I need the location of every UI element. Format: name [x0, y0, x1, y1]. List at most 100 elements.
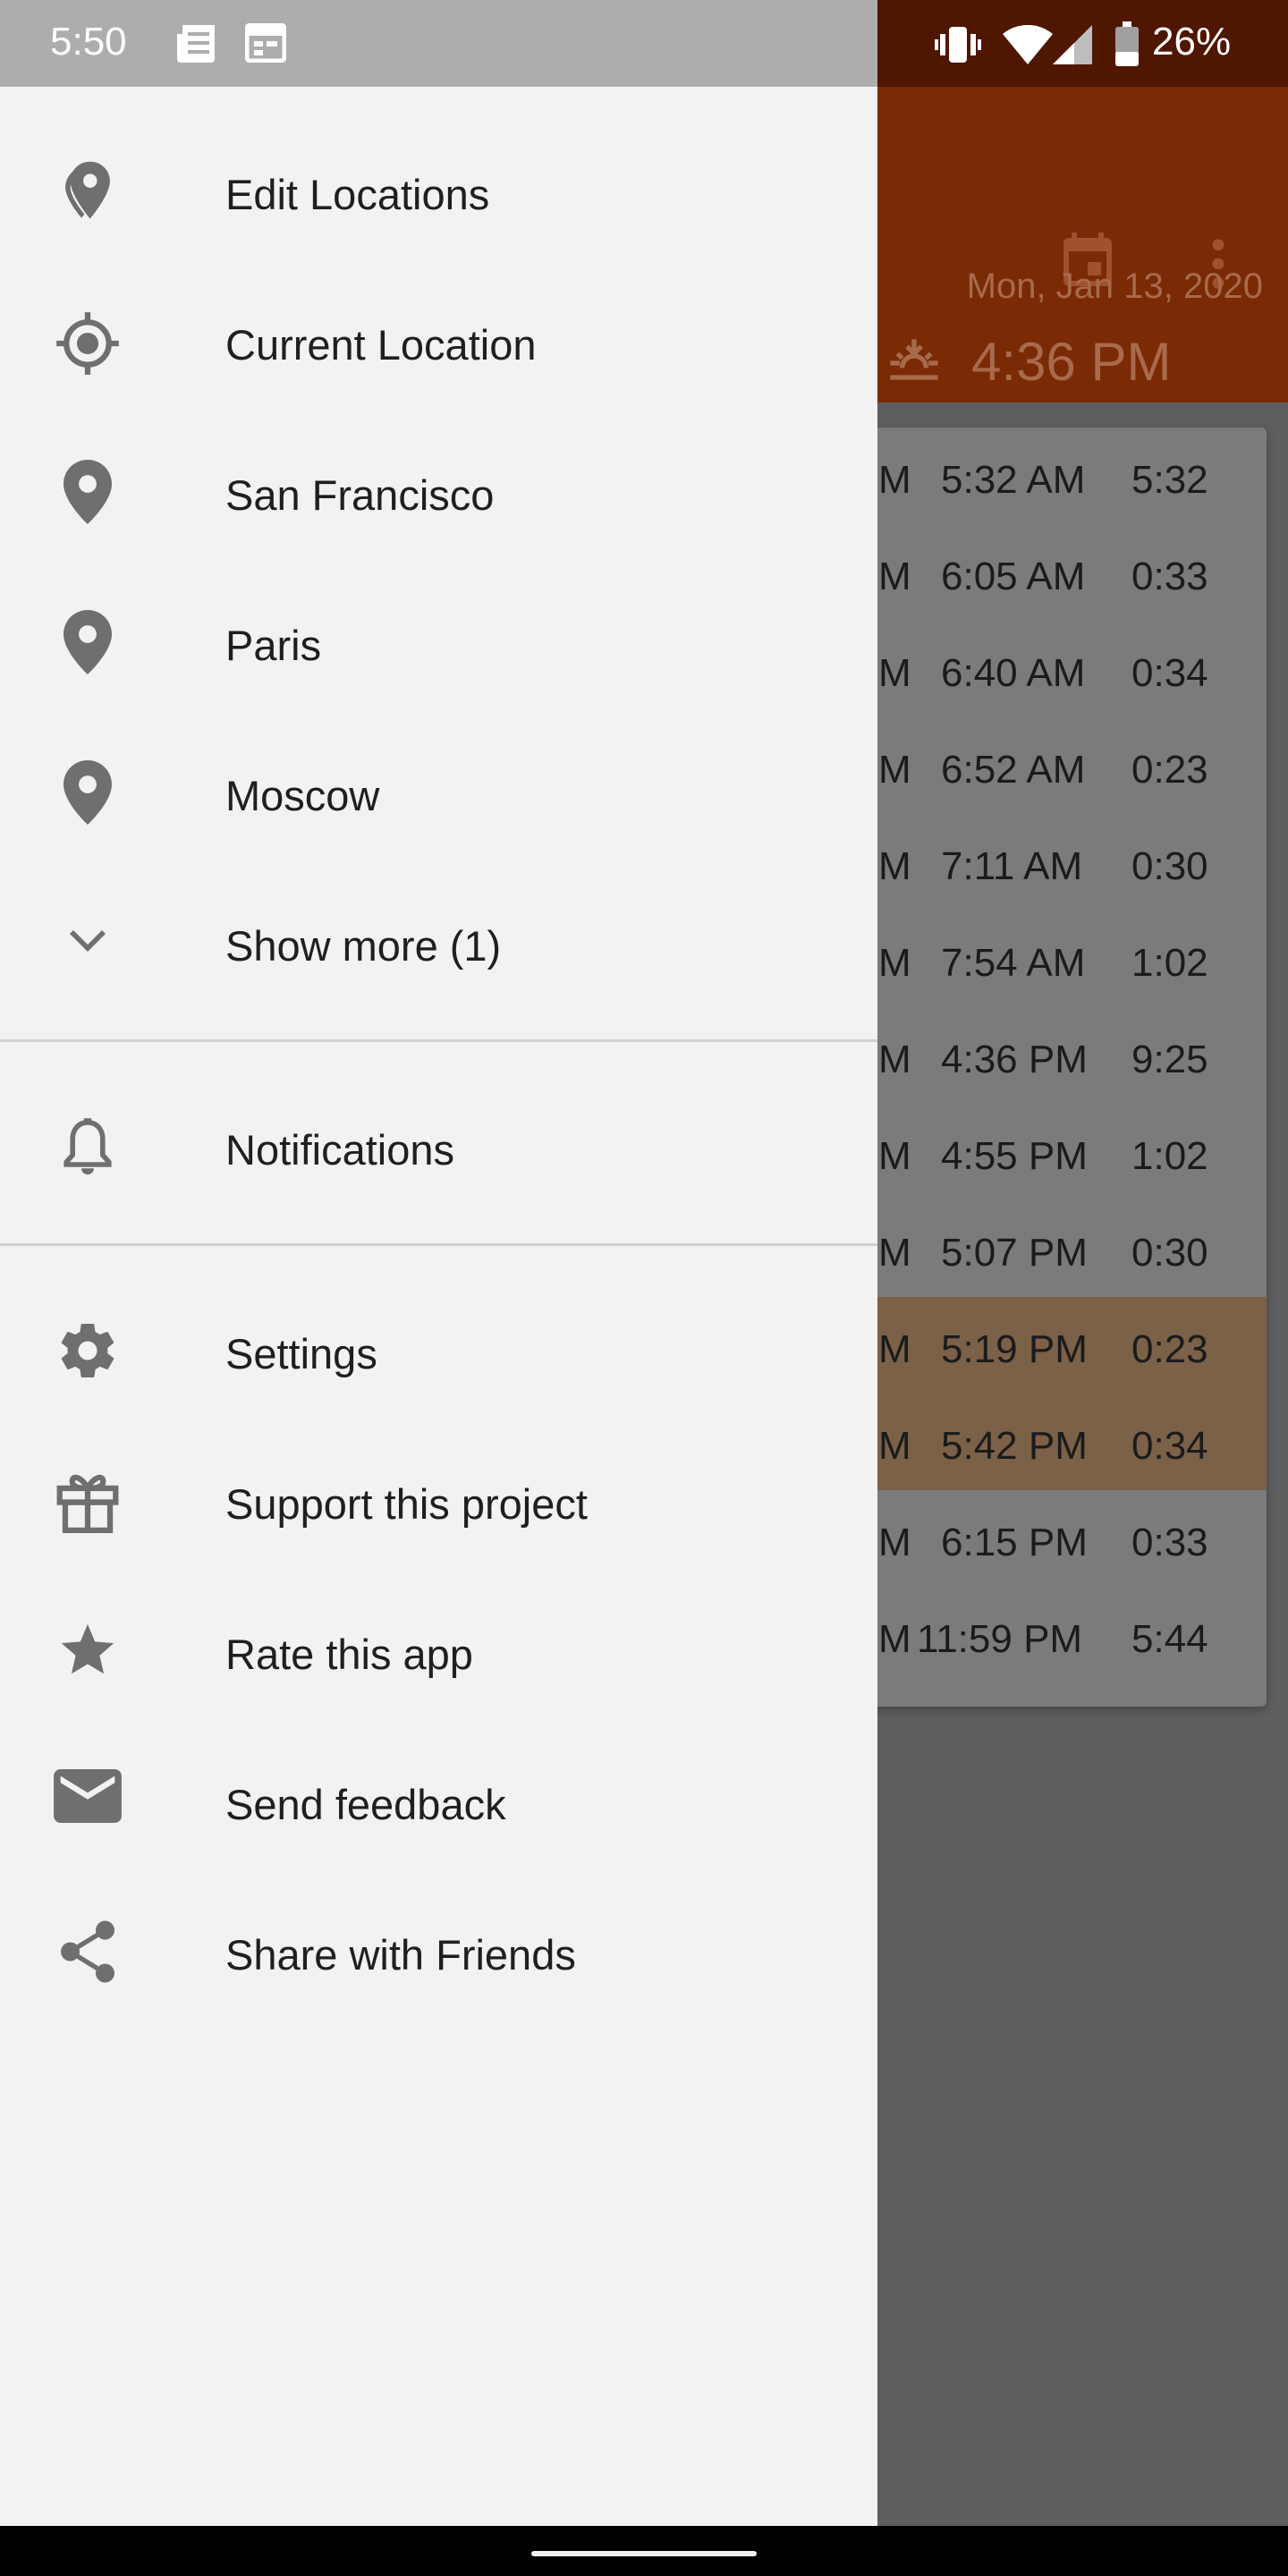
menu-item-rate-app[interactable]: Rate this app	[0, 1574, 877, 1724]
menu-item-paris[interactable]: Paris	[0, 565, 877, 716]
menu-item-label: Rate this app	[225, 1631, 473, 1678]
edit-location-icon	[50, 159, 125, 220]
table-cell: 6:52 AM	[941, 748, 1086, 792]
app-date: Mon, Jan 13, 2020	[966, 267, 1263, 306]
table-row: M 5:42 PM 0:34	[859, 1394, 1267, 1490]
table-cell: M	[878, 555, 911, 598]
status-time: 5:50	[50, 20, 127, 64]
menu-item-show-more[interactable]: Show more (1)	[0, 866, 877, 1016]
table-cell: 1:02	[1131, 941, 1208, 985]
table-cell: 0:30	[1131, 844, 1208, 888]
menu-item-label: San Francisco	[225, 471, 495, 519]
table-cell: 0:33	[1131, 1521, 1208, 1564]
menu-item-label: Settings	[225, 1330, 377, 1377]
menu-item-share-friends[interactable]: Share with Friends	[0, 1875, 877, 2025]
table-cell: M	[878, 1424, 911, 1468]
menu-item-label: Support this project	[225, 1480, 588, 1528]
table-cell: 0:30	[1131, 1231, 1208, 1275]
divider	[0, 1039, 877, 1042]
table-cell: 6:40 AM	[941, 651, 1086, 695]
home-gesture-handle[interactable]	[531, 2551, 757, 2556]
menu-item-current-location[interactable]: Current Location	[0, 265, 877, 415]
bell-icon	[50, 1114, 125, 1175]
times-table: M 5:32 AM 5:32 M 6:05 AM 0:33 M 6:40 AM 0:34 M 6:5…	[859, 428, 1267, 1707]
table-cell: 9:25	[1131, 1038, 1208, 1081]
table-cell: M	[878, 844, 911, 888]
table-row: M 6:52 AM 0:23	[859, 717, 1267, 814]
table-cell: 7:54 AM	[941, 941, 1086, 985]
signal-icon	[1053, 25, 1092, 69]
menu-item-support-project[interactable]: Support this project	[0, 1424, 877, 1574]
table-cell: 0:23	[1131, 1327, 1208, 1371]
table-row: M 5:32 AM 5:32	[859, 428, 1267, 524]
pin-icon	[50, 760, 125, 825]
vibrate-icon	[935, 25, 981, 69]
star-icon	[50, 1619, 125, 1680]
crosshair-icon	[50, 309, 125, 375]
table-cell: M	[878, 748, 911, 792]
table-row: M 11:59 PM 5:44	[859, 1587, 1267, 1683]
battery-icon	[1115, 21, 1139, 71]
table-cell: M	[878, 1231, 911, 1275]
sunset-icon	[886, 335, 943, 396]
table-cell: 0:33	[1131, 555, 1208, 598]
menu-item-label: Paris	[225, 622, 322, 669]
table-cell: M	[878, 1327, 911, 1371]
menu-item-moscow[interactable]: Moscow	[0, 716, 877, 866]
table-cell: M	[878, 941, 911, 985]
chevron-down-icon	[50, 911, 125, 971]
table-row: M 7:54 AM 1:02	[859, 911, 1267, 1007]
table-cell: 5:32	[1131, 458, 1208, 502]
calendar-grid-icon	[244, 22, 287, 67]
table-row: M 6:15 PM 0:33	[859, 1490, 1267, 1587]
table-row: M 6:40 AM 0:34	[859, 621, 1267, 717]
menu-item-settings[interactable]: Settings	[0, 1274, 877, 1424]
navigation-drawer: 5:50 Edit Locations Current Location San…	[0, 0, 877, 2526]
gift-icon	[50, 1469, 125, 1533]
menu-item-edit-locations[interactable]: Edit Locations	[0, 114, 877, 265]
menu-item-label: Send feedback	[225, 1781, 506, 1828]
table-cell: 4:36 PM	[941, 1038, 1088, 1081]
table-cell: M	[878, 1134, 911, 1178]
table-cell: 6:05 AM	[941, 555, 1086, 598]
table-cell: 0:23	[1131, 748, 1208, 792]
menu-item-label: Current Location	[225, 321, 537, 369]
mail-icon	[50, 1769, 125, 1830]
gear-icon	[50, 1318, 125, 1379]
menu-item-label: Notifications	[225, 1126, 454, 1174]
table-cell: M	[878, 651, 911, 695]
table-cell: 0:34	[1131, 1424, 1208, 1468]
menu-item-send-feedback[interactable]: Send feedback	[0, 1724, 877, 1875]
table-cell: 4:55 PM	[941, 1134, 1088, 1178]
menu-item-notifications[interactable]: Notifications	[0, 1070, 877, 1220]
news-icon	[175, 23, 218, 69]
menu-item-label: Edit Locations	[225, 171, 490, 218]
wifi-icon	[1003, 24, 1053, 69]
table-cell: M	[878, 1617, 911, 1661]
share-icon	[50, 1919, 125, 1983]
battery-percent: 26%	[1152, 20, 1232, 64]
table-cell: 11:59 PM	[917, 1617, 1083, 1661]
menu-item-san-francisco[interactable]: San Francisco	[0, 415, 877, 565]
pin-icon	[50, 460, 125, 524]
table-cell: M	[878, 458, 911, 502]
table-cell: 5:32 AM	[941, 458, 1086, 502]
table-cell: 6:15 PM	[941, 1521, 1088, 1564]
table-cell: 5:42 PM	[941, 1424, 1088, 1468]
menu-item-label: Moscow	[225, 772, 380, 819]
menu-item-label: Share with Friends	[225, 1931, 576, 1979]
table-cell: 1:02	[1131, 1134, 1208, 1178]
menu-item-label: Show more (1)	[225, 922, 502, 970]
table-cell: 5:44	[1131, 1617, 1208, 1661]
table-cell: M	[878, 1521, 911, 1564]
table-cell: 5:07 PM	[941, 1231, 1088, 1275]
table-row: M 4:36 PM 9:25	[859, 1007, 1267, 1104]
table-row: M 5:07 PM 0:30	[859, 1200, 1267, 1297]
table-cell: 5:19 PM	[941, 1327, 1088, 1371]
table-cell: 7:11 AM	[941, 844, 1083, 888]
table-row: M 7:11 AM 0:30	[859, 814, 1267, 911]
table-row: M 5:19 PM 0:23	[859, 1297, 1267, 1394]
table-cell: M	[878, 1038, 911, 1081]
pin-icon	[50, 610, 125, 674]
app-current-time: 4:36 PM	[971, 332, 1172, 392]
